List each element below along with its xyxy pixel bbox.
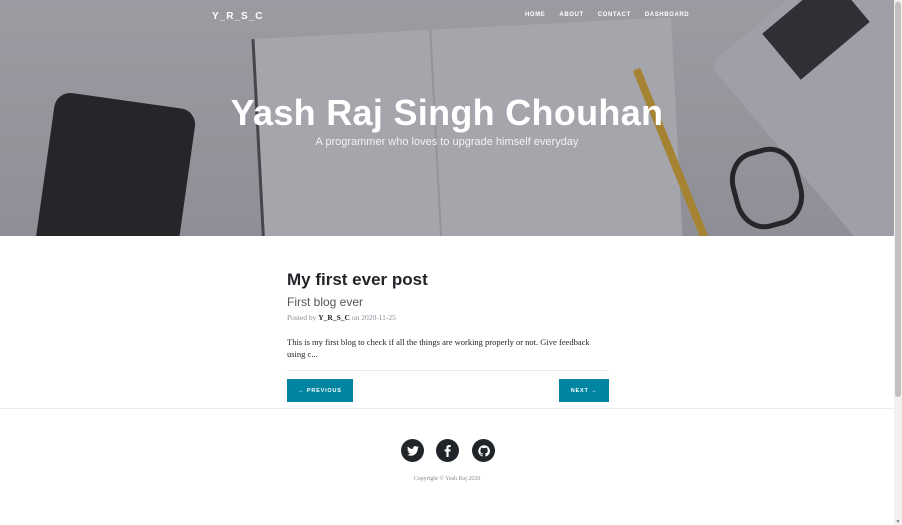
footer-divider [0,408,894,409]
navbar-links: HOME ABOUT CONTACT DASHBOARD [525,12,689,18]
post-title[interactable]: My first ever post [287,270,609,290]
facebook-icon[interactable] [436,439,459,462]
post-excerpt: This is my first blog to check if all th… [287,337,590,359]
site-heading: Yash Raj Singh Chouhan [230,92,664,133]
nav-link-contact[interactable]: CONTACT [598,12,631,18]
post-author-link[interactable]: Y_R_S_C [318,313,350,322]
scrollbar-thumb[interactable] [895,2,901,397]
next-button[interactable]: NEXT → [559,379,609,402]
page-scrollbar[interactable]: ▲ ▼ [894,0,902,525]
github-icon[interactable] [472,439,495,462]
site-subheading: A programmer who loves to upgrade himsel… [315,136,579,148]
copyright-text: Copyright © Yash Raj 2020 [413,476,481,482]
post-preview: My first ever post First blog ever Poste… [287,270,609,360]
divider [287,370,609,371]
twitter-icon[interactable] [401,439,424,462]
scroll-down-icon[interactable]: ▼ [895,519,901,525]
previous-button[interactable]: ← PREVIOUS [287,379,353,402]
nav-link-about[interactable]: ABOUT [559,12,583,18]
post-meta: Posted by Y_R_S_C on 2020-11-25 [287,313,396,322]
masthead: Y_R_S_C HOME ABOUT CONTACT DASHBOARD Yas… [0,0,894,236]
post-date: 2020-11-25 [361,313,396,322]
post-subtitle[interactable]: First blog ever [287,295,609,309]
navbar-brand[interactable]: Y_R_S_C [212,11,263,22]
nav-link-dashboard[interactable]: DASHBOARD [645,12,689,18]
nav-link-home[interactable]: HOME [525,12,545,18]
